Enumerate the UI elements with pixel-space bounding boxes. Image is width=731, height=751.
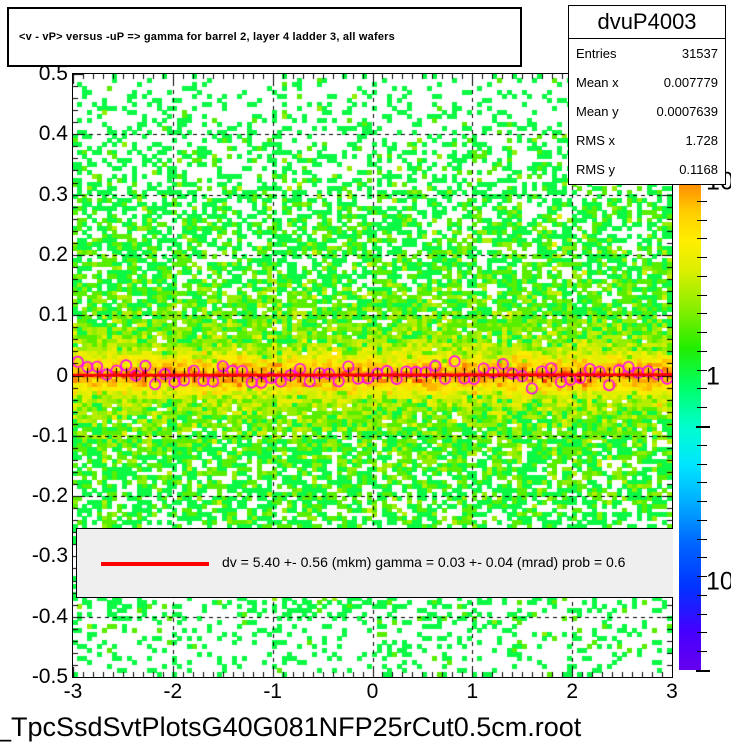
palette-tick [697,520,707,521]
palette-tick [697,351,707,352]
palette-tick [697,313,707,314]
x-axis-labels: -3 -2 -1 0 1 2 3 [64,680,678,710]
y-axis-tick-label: 0.2 [38,242,68,266]
palette-tick [697,651,707,652]
x-axis-tick-label: 3 [666,680,678,703]
palette-tick [697,295,707,296]
statistics-label: Mean y [576,104,619,119]
palette-tick [697,557,707,558]
y-axis-tick-label: -0.5 [31,665,68,688]
y-axis-tick-label: -0.1 [31,423,68,447]
palette-tick [697,614,707,615]
palette-tick [697,220,707,221]
palette-tick [697,332,707,333]
fit-result-text: dv = 5.40 +- 0.56 (mkm) gamma = 0.03 +- … [222,554,626,570]
y-axis-tick-label: 0.3 [38,182,68,206]
statistics-label: Entries [576,46,617,61]
palette-major-tick [696,670,710,672]
statistics-row: Mean y 0.0007639 [569,97,725,126]
statistics-row: Entries 31537 [569,39,725,68]
x-axis-tick-label: -1 [263,680,282,703]
color-palette-axis [679,182,710,672]
statistics-label: RMS x [576,133,615,148]
palette-tick [697,539,707,540]
x-axis-tick-label: -3 [63,680,83,703]
y-axis-tick-label: 0.5 [38,62,68,85]
statistics-label: RMS y [576,162,615,177]
palette-tick [697,632,707,633]
y-axis-tick-label: 0.1 [38,303,68,327]
palette-tick [697,464,707,465]
statistics-title: dvuP4003 [569,6,725,39]
palette-tick [697,407,707,408]
statistics-value: 0.007779 [663,75,718,90]
y-axis-tick-label: -0.2 [31,484,68,508]
y-axis-tick-label: -0.4 [31,604,68,628]
statistics-value: 0.0007639 [656,104,718,119]
statistics-value: 31537 [681,46,718,61]
plot-title-text: <v - vP> versus -uP => gamma for barrel … [19,31,395,43]
statistics-value: 0.1168 [679,162,718,177]
palette-tick [697,445,707,446]
x-axis-tick-label: -2 [163,680,183,703]
fit-line-swatch [101,562,209,566]
palette-tick [697,276,707,277]
file-name-title: _TpcSsdSvtPlotsG40G081NFP25rCut0.5cm.roo… [0,712,582,742]
palette-tick [697,201,707,202]
statistics-rows: Entries 31537 Mean x 0.007779 Mean y 0.000763… [569,39,725,184]
x-axis-tick-label: 0 [366,680,379,703]
palette-tick [697,257,707,258]
palette-tick [697,238,707,239]
palette-tick-label: 1 [706,362,720,391]
statistics-box: dvuP4003 Entries 31537 Mean x 0.007779 Mean … [568,5,726,185]
y-axis-tick-label: 0.4 [38,122,68,146]
statistics-row: Mean x 0.007779 [569,68,725,97]
palette-major-tick [696,426,710,428]
x-axis-tick-label: 2 [566,680,578,703]
plot-title-box: <v - vP> versus -uP => gamma for barrel … [7,7,522,67]
x-axis-tick-label: 1 [466,680,479,703]
palette-tick-label: 10 [706,567,731,596]
statistics-row: RMS y 0.1168 [569,155,725,184]
statistics-row: RMS x 1.728 [569,126,725,155]
statistics-value: 1.728 [685,133,718,148]
palette-tick [697,501,707,502]
palette-tick [697,482,707,483]
y-axis-labels: 0.5 0.4 0.3 0.2 0.1 0 -0.1 -0.2 -0.3 -0.4 -0.5 [0,62,68,688]
statistics-label: Mean x [576,75,619,90]
y-axis-tick-label: 0 [56,363,68,387]
y-axis-tick-label: -0.3 [31,544,68,568]
fit-legend-box: dv = 5.40 +- 0.56 (mkm) gamma = 0.03 +- … [76,528,673,598]
